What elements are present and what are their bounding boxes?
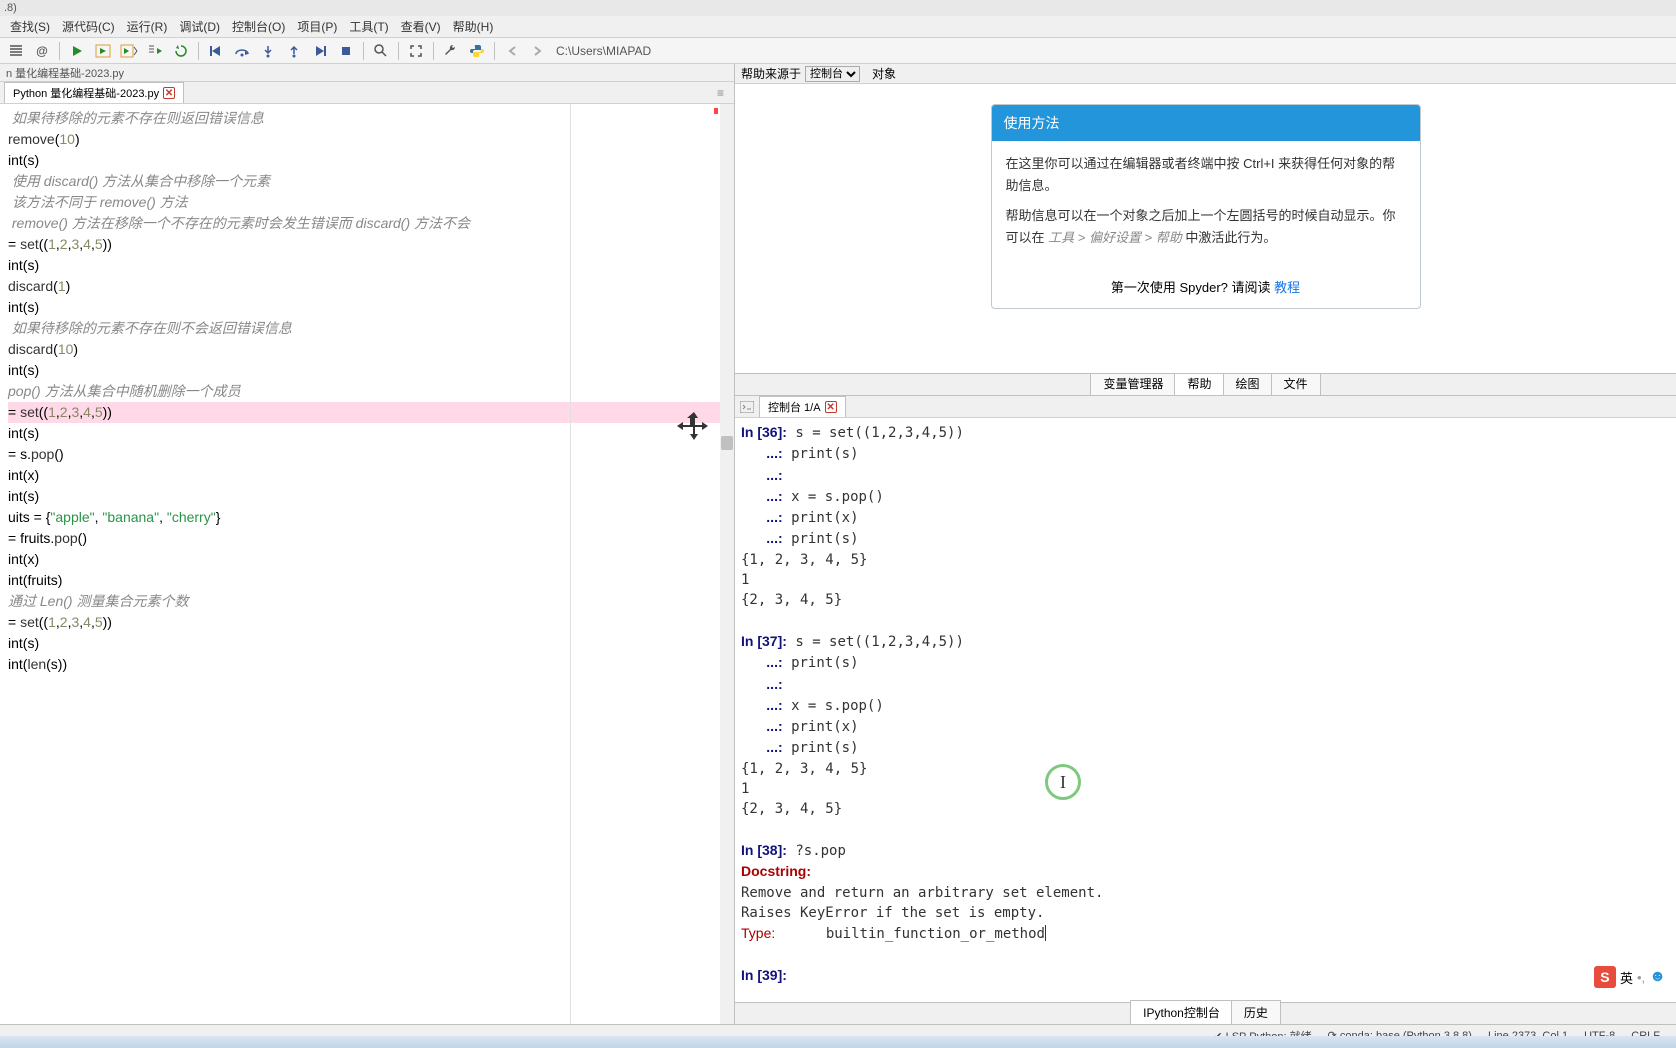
help-panel: 使用方法 在这里你可以通过在编辑器或者终端中按 Ctrl+I 来获得任何对象的帮… — [735, 84, 1676, 374]
run-cell-advance-icon[interactable] — [117, 40, 141, 62]
tab-plots[interactable]: 绘图 — [1223, 371, 1273, 395]
toolbar-at-icon[interactable]: @ — [30, 40, 54, 62]
main-toolbar: @ C:\Users\MIAPAD — [0, 38, 1676, 64]
help-para-1: 在这里你可以通过在编辑器或者终端中按 Ctrl+I 来获得任何对象的帮助信息。 — [1006, 153, 1406, 197]
wrench-icon[interactable] — [439, 40, 463, 62]
console-tab-label: 控制台 1/A — [768, 399, 821, 415]
sogou-logo-icon: S — [1594, 966, 1616, 988]
toolbar-separator — [363, 42, 364, 60]
toolbar-separator — [59, 42, 60, 60]
help-source-bar: 帮助来源于 控制台 对象 — [735, 64, 1676, 84]
editor-tab[interactable]: Python 量化编程基础-2023.py ✕ — [4, 82, 184, 103]
ime-emoji-icon: ☻ — [1649, 968, 1666, 986]
tab-help[interactable]: 帮助 — [1174, 371, 1224, 395]
run-selection-icon[interactable] — [143, 40, 167, 62]
help-para-2: 帮助信息可以在一个对象之后加上一个左圆括号的时候自动显示。你可以在 工具 > 偏… — [1006, 205, 1406, 249]
menu-bar: 查找(S) 源代码(C) 运行(R) 调试(D) 控制台(O) 项目(P) 工具… — [0, 16, 1676, 38]
toolbar-list-icon[interactable] — [4, 40, 28, 62]
help-card-footer: 第一次使用 Spyder? 请阅读 教程 — [992, 269, 1420, 308]
nav-forward-icon[interactable] — [526, 40, 550, 62]
run-icon[interactable] — [65, 40, 89, 62]
help-source-label: 帮助来源于 — [741, 65, 801, 82]
console-output[interactable]: In [36]: s = set((1,2,3,4,5)) ...: print… — [735, 418, 1676, 1002]
ime-indicator[interactable]: S 英 •, ☻ — [1594, 966, 1666, 988]
debug-step-out-icon[interactable] — [282, 40, 306, 62]
editor-tab-bar: Python 量化编程基础-2023.py ✕ ≡ — [0, 82, 734, 104]
upper-right-tabs: 变量管理器 帮助 绘图 文件 — [735, 374, 1676, 396]
scrollbar-thumb[interactable] — [721, 436, 733, 450]
menu-find[interactable]: 查找(S) — [4, 16, 56, 37]
windows-taskbar[interactable] — [0, 1036, 1676, 1048]
tab-label: Python 量化编程基础-2023.py — [13, 85, 159, 101]
close-icon[interactable]: ✕ — [163, 87, 175, 99]
help-object-label: 对象 — [872, 65, 896, 82]
tab-files[interactable]: 文件 — [1271, 371, 1321, 395]
debug-step-in-icon[interactable] — [256, 40, 280, 62]
toolbar-separator — [494, 42, 495, 60]
file-breadcrumb: n 量化编程基础-2023.py — [0, 64, 734, 82]
debug-step-over-icon[interactable] — [230, 40, 254, 62]
menu-run[interactable]: 运行(R) — [121, 16, 174, 37]
menu-source[interactable]: 源代码(C) — [56, 16, 121, 37]
menu-view[interactable]: 查看(V) — [395, 16, 447, 37]
tutorial-link[interactable]: 教程 — [1274, 280, 1300, 295]
menu-help[interactable]: 帮助(H) — [447, 16, 500, 37]
console-menu-icon[interactable] — [739, 399, 755, 415]
working-dir-path: C:\Users\MIAPAD — [556, 44, 651, 58]
nav-back-icon[interactable] — [500, 40, 524, 62]
toolbar-separator — [398, 42, 399, 60]
console-tab[interactable]: 控制台 1/A ✕ — [759, 396, 846, 417]
menu-console[interactable]: 控制台(O) — [226, 16, 291, 37]
menu-tools[interactable]: 工具(T) — [343, 16, 394, 37]
tab-overflow-icon[interactable]: ≡ — [711, 86, 730, 100]
debug-stop-icon[interactable] — [334, 40, 358, 62]
editor-scrollbar[interactable] — [720, 104, 734, 1024]
console-tab-bar: 控制台 1/A ✕ — [735, 396, 1676, 418]
code-editor[interactable]: 如果待移除的元素不存在则返回错误信息remove(10)int(s) 使用 di… — [0, 104, 734, 1024]
menu-debug[interactable]: 调试(D) — [173, 16, 226, 37]
run-cell-icon[interactable] — [91, 40, 115, 62]
help-card: 使用方法 在这里你可以通过在编辑器或者终端中按 Ctrl+I 来获得任何对象的帮… — [991, 104, 1421, 309]
tab-history[interactable]: 历史 — [1231, 1000, 1281, 1024]
maximize-icon[interactable] — [404, 40, 428, 62]
lower-right-tabs: IPython控制台 历史 — [735, 1002, 1676, 1024]
rerun-icon[interactable] — [169, 40, 193, 62]
toolbar-separator — [198, 42, 199, 60]
debug-continue-icon[interactable] — [308, 40, 332, 62]
python-icon[interactable] — [465, 40, 489, 62]
help-source-dropdown[interactable]: 控制台 — [805, 66, 860, 82]
title-text: .8) — [4, 2, 17, 14]
menu-project[interactable]: 项目(P) — [291, 16, 343, 37]
toolbar-separator — [433, 42, 434, 60]
tab-ipython-console[interactable]: IPython控制台 — [1130, 1000, 1233, 1024]
search-icon[interactable] — [369, 40, 393, 62]
ime-punct-icon: •, — [1637, 970, 1645, 985]
tab-variables[interactable]: 变量管理器 — [1090, 371, 1176, 395]
title-bar: .8) — [0, 0, 1676, 16]
debug-step-back-icon[interactable] — [204, 40, 228, 62]
close-icon[interactable]: ✕ — [825, 401, 837, 413]
editor-guide-line — [570, 104, 571, 1024]
editor-marker — [714, 108, 718, 114]
ime-lang: 英 — [1620, 968, 1633, 987]
help-card-title: 使用方法 — [992, 105, 1420, 141]
